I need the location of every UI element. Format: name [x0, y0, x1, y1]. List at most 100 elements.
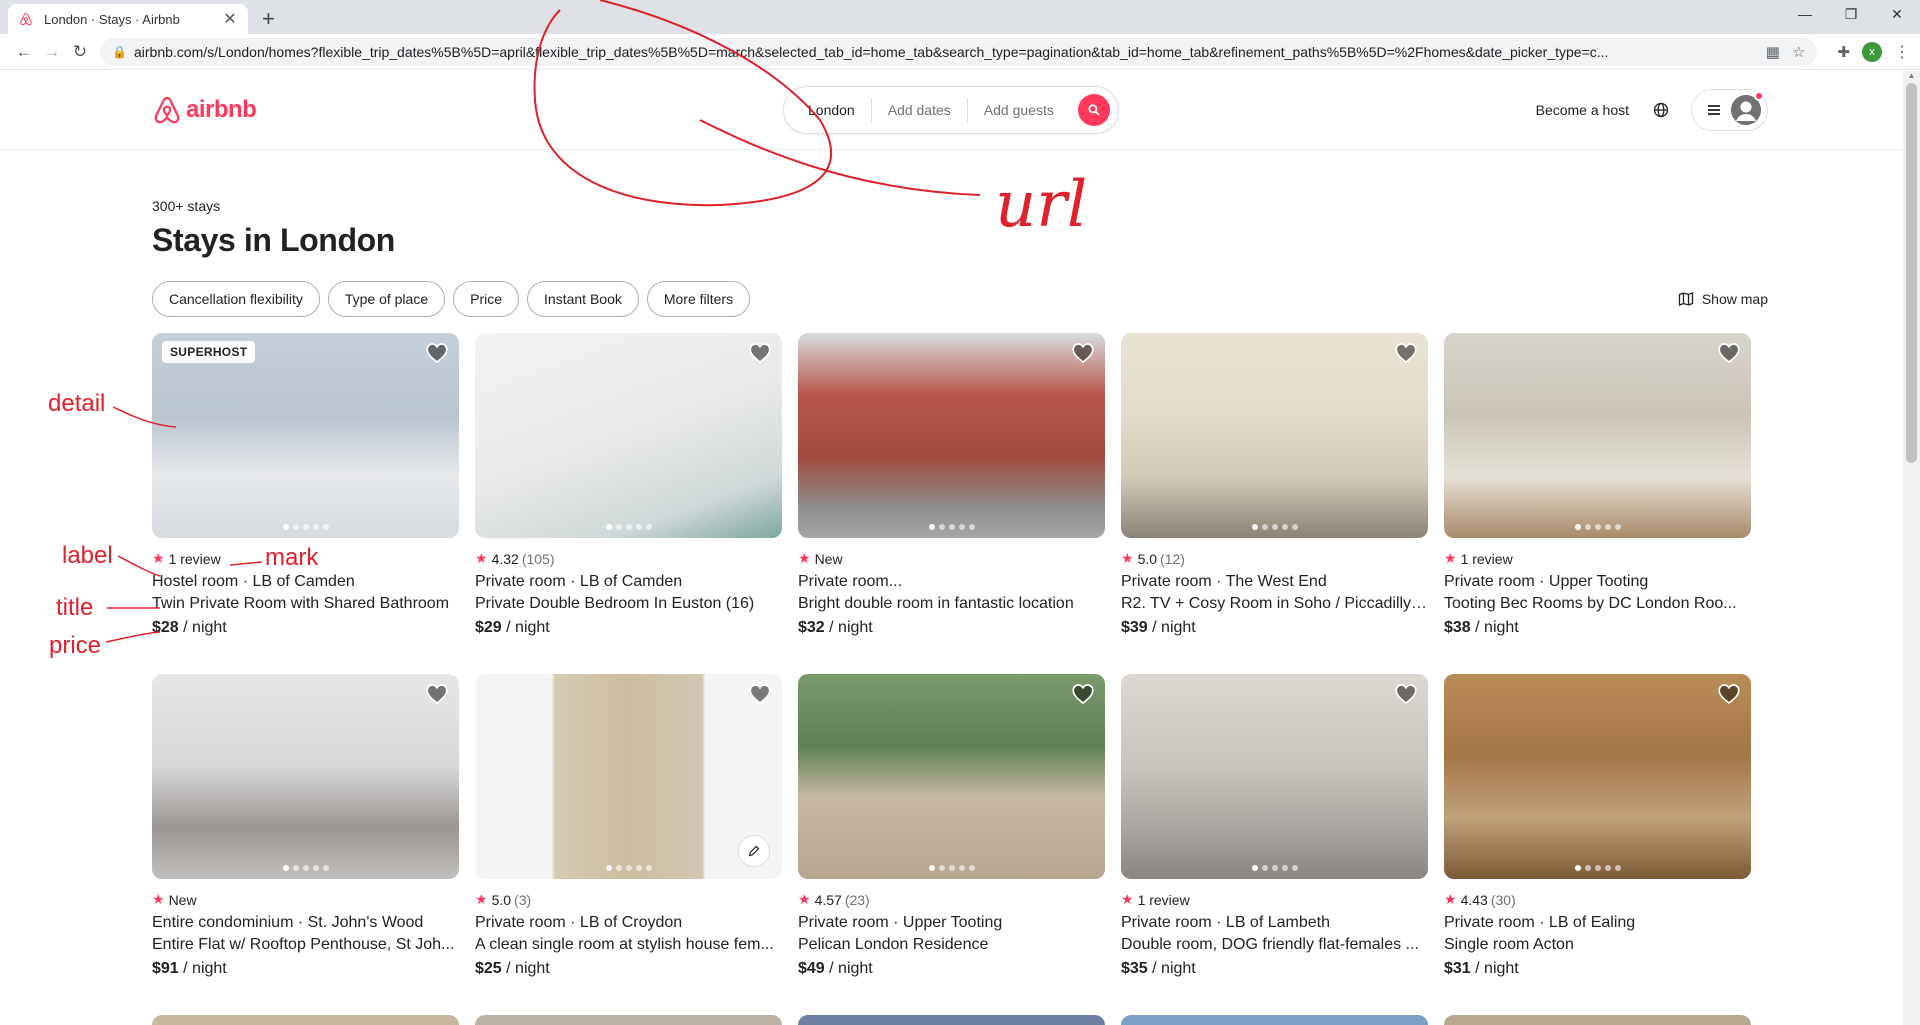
listing-type: Private room · LB of Camden	[475, 573, 683, 590]
heart-icon[interactable]	[1394, 682, 1418, 711]
price-unit: / night	[506, 619, 550, 636]
listing-photo[interactable]	[152, 674, 459, 879]
heart-icon[interactable]	[1394, 341, 1418, 370]
heart-icon[interactable]	[1717, 682, 1741, 711]
heart-icon[interactable]	[1717, 341, 1741, 370]
review-count: 1 review	[168, 550, 221, 567]
listing-photo[interactable]: SUPERHOST	[152, 333, 459, 538]
notification-dot	[1754, 90, 1764, 101]
photo-carousel-dots	[281, 524, 331, 530]
tab-close-icon[interactable]: ✕	[222, 9, 238, 29]
heart-icon[interactable]	[1071, 341, 1095, 370]
listing-card[interactable]: SUPERHOST ★ 1 review Hostel room · LB of…	[152, 333, 459, 674]
listing-price: $31 / night	[1444, 960, 1751, 978]
listing-card[interactable]: ★ New Private room... Bright double room…	[798, 333, 1105, 674]
browser-tab-strip: London · Stays · Airbnb ✕ + — ❐ ✕	[0, 0, 1920, 34]
search-guests[interactable]: Add guests	[968, 102, 1070, 118]
listing-rating: ★ New	[152, 891, 459, 908]
window-close-icon[interactable]: ✕	[1874, 0, 1920, 28]
filter-cancellation[interactable]: Cancellation flexibility	[152, 281, 320, 317]
search-location[interactable]: London	[784, 102, 871, 118]
url-text[interactable]: airbnb.com/s/London/homes?flexible_trip_…	[134, 44, 1754, 60]
listing-photo-partial	[152, 1015, 459, 1025]
restore-icon[interactable]: ❐	[1828, 0, 1874, 28]
listing-card[interactable]: ★ 5.0 (12) Private room · The West End R…	[1121, 333, 1428, 674]
annotation-label: label	[62, 542, 113, 569]
listing-card[interactable]: ★ 1 review Private room · LB of Lambeth …	[1121, 674, 1428, 1015]
heart-icon[interactable]	[425, 682, 449, 711]
listing-photo[interactable]	[1121, 333, 1428, 538]
hamburger-menu-icon	[1708, 104, 1720, 115]
annotation-url: url	[995, 168, 1088, 242]
listing-card[interactable]: ★ New Entire condominium · St. John's Wo…	[152, 674, 459, 1015]
qr-code-icon[interactable]: ▦	[1766, 43, 1780, 61]
listing-photo[interactable]	[1444, 674, 1751, 879]
photo-carousel-dots	[604, 865, 654, 871]
pencil-icon[interactable]	[738, 835, 770, 867]
search-button[interactable]	[1078, 94, 1110, 126]
photo-carousel-dots	[1250, 524, 1300, 530]
tab-title: London · Stays · Airbnb	[44, 11, 180, 27]
new-tab-button[interactable]: +	[262, 8, 275, 30]
listing-card[interactable]: ★ 5.0 (3) Private room · LB of Croydon A…	[475, 674, 782, 1015]
browser-tab[interactable]: London · Stays · Airbnb ✕	[8, 4, 248, 34]
listing-card[interactable]: ★ 4.57 (23) Private room · Upper Tooting…	[798, 674, 1105, 1015]
heart-icon[interactable]	[1071, 682, 1095, 711]
listing-photo[interactable]	[1121, 674, 1428, 879]
extensions-puzzle-icon[interactable]: ✚	[1837, 43, 1850, 61]
filter-instant-book[interactable]: Instant Book	[527, 281, 639, 317]
listing-photo[interactable]	[798, 333, 1105, 538]
forward-arrow-icon[interactable]: →	[38, 42, 66, 62]
listing-type: Private room · LB of Croydon	[475, 914, 683, 931]
bookmark-star-icon[interactable]: ☆	[1792, 43, 1805, 61]
listing-card[interactable]: ★ 4.43 (30) Private room · LB of Ealing …	[1444, 674, 1751, 1015]
reload-icon[interactable]: ↻	[66, 42, 94, 62]
heart-icon[interactable]	[425, 341, 449, 370]
heart-icon[interactable]	[748, 682, 772, 711]
listing-title: Pelican London Residence	[798, 936, 989, 953]
listing-price: $35 / night	[1121, 960, 1428, 978]
become-host-link[interactable]: Become a host	[1536, 102, 1629, 118]
filter-type-of-place[interactable]: Type of place	[327, 281, 446, 317]
search-bar[interactable]: London Add dates Add guests	[783, 86, 1119, 134]
back-arrow-icon[interactable]: ←	[10, 42, 38, 62]
superhost-badge: SUPERHOST	[162, 341, 256, 363]
scrollbar-thumb[interactable]	[1906, 83, 1917, 463]
rating-value: 4.57	[814, 891, 842, 908]
globe-icon[interactable]	[1653, 102, 1669, 118]
filter-more-filters[interactable]: More filters	[646, 281, 751, 317]
listing-title: Tooting Bec Rooms by DC London Roo...	[1444, 595, 1737, 612]
listing-rating: ★ 1 review	[1121, 891, 1428, 908]
listing-price: $29 / night	[475, 619, 782, 637]
listing-card[interactable]: ★ 4.32 (105) Private room · LB of Camden…	[475, 333, 782, 674]
star-icon: ★	[475, 891, 488, 907]
price-amount: $31	[1444, 960, 1471, 977]
review-count: (3)	[514, 891, 532, 908]
listing-photo[interactable]	[1444, 333, 1751, 538]
show-map-button[interactable]: Show map	[1678, 291, 1768, 307]
price-unit: / night	[1475, 960, 1519, 977]
heart-icon[interactable]	[748, 341, 772, 370]
airbnb-logo[interactable]: airbnb	[152, 94, 257, 126]
listing-type: Private room · The West End	[1121, 573, 1327, 590]
minimize-icon[interactable]: —	[1782, 0, 1828, 28]
listing-photo[interactable]	[798, 674, 1105, 879]
header-right: Become a host	[1536, 88, 1768, 131]
review-count: (105)	[521, 550, 555, 567]
search-dates[interactable]: Add dates	[872, 102, 967, 118]
listing-photo[interactable]	[475, 674, 782, 879]
page-scrollbar[interactable]: ▲	[1903, 71, 1920, 1025]
filter-price[interactable]: Price	[453, 281, 520, 317]
user-menu-button[interactable]	[1691, 88, 1768, 131]
profile-avatar[interactable]: x	[1862, 41, 1882, 62]
listing-type: Hostel room · LB of Camden	[152, 573, 355, 590]
star-icon: ★	[152, 550, 165, 566]
browser-menu-icon[interactable]: ⋮	[1894, 42, 1910, 62]
address-bar[interactable]: 🔒 airbnb.com/s/London/homes?flexible_tri…	[100, 37, 1818, 66]
listing-title: Double room, DOG friendly flat-females .…	[1121, 936, 1419, 953]
listing-photo[interactable]	[475, 333, 782, 538]
listing-card[interactable]: ★ 1 review Private room · Upper Tooting …	[1444, 333, 1751, 674]
listing-rating: ★ 1 review	[1444, 550, 1751, 567]
site-header: airbnb London Add dates Add guests Becom…	[0, 70, 1920, 150]
page-title: Stays in London	[152, 222, 395, 258]
